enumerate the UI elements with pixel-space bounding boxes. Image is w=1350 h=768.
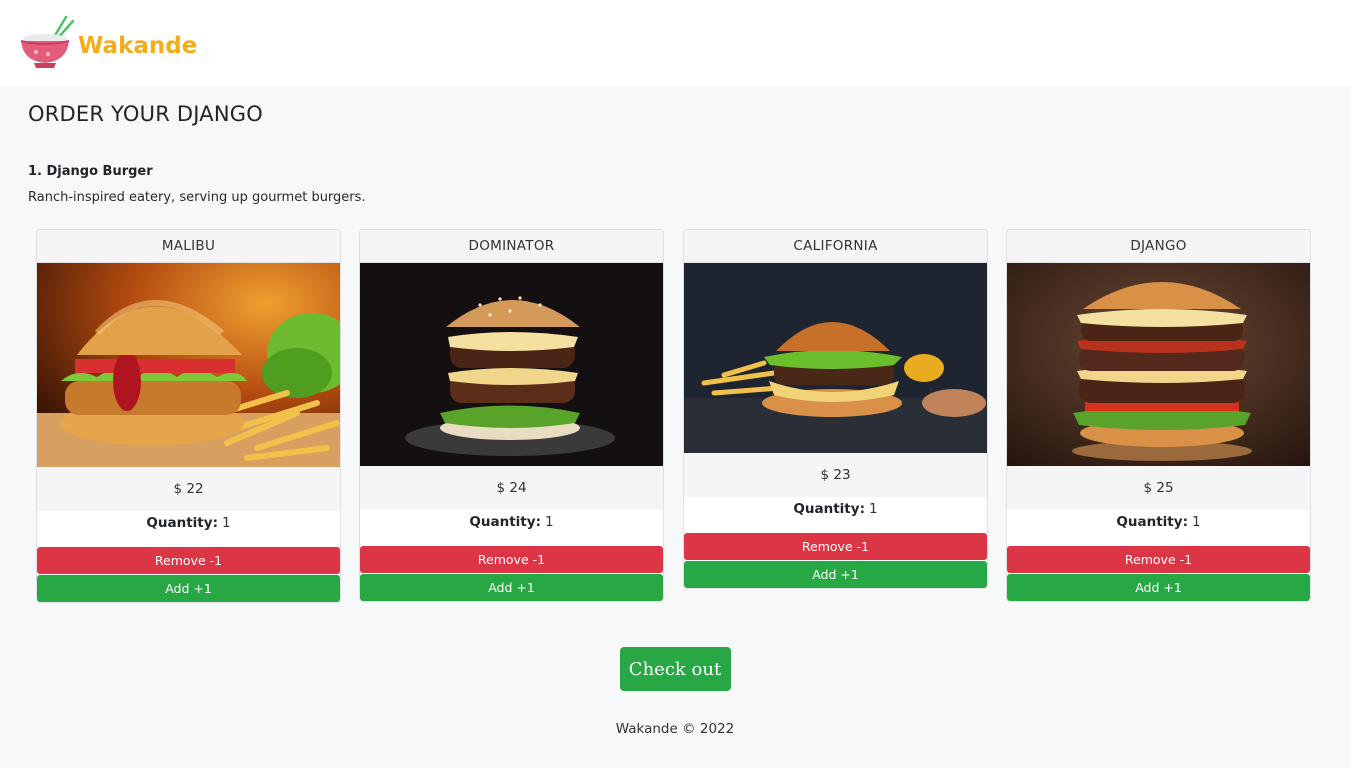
menu-card-california: CALIFORNIA $ 23 Quantity: 1 Remove -1 Ad… <box>683 229 988 589</box>
menu-cards: MALIBU $ 22 Quantity: 1 Remove -1 Add +1… <box>28 229 1322 609</box>
add-button[interactable]: Add +1 <box>684 561 987 588</box>
quantity-display: Quantity: 1 <box>360 510 663 546</box>
add-button[interactable]: Add +1 <box>1007 574 1310 601</box>
quantity-value: 1 <box>221 515 231 531</box>
quantity-label: Quantity: <box>1116 514 1188 530</box>
item-price: $ 23 <box>684 453 987 497</box>
checkout-button[interactable]: Check out <box>619 647 731 691</box>
page-title: ORDER YOUR DJANGO <box>28 102 263 126</box>
quantity-label: Quantity: <box>469 514 541 530</box>
quantity-label: Quantity: <box>146 515 218 531</box>
item-price: $ 24 <box>360 466 663 510</box>
restaurant-name: 1. Django Burger <box>28 164 153 179</box>
remove-button[interactable]: Remove -1 <box>684 533 987 560</box>
main-content: ORDER YOUR DJANGO 1. Django Burger Ranch… <box>0 86 1350 737</box>
quantity-value: 1 <box>1191 514 1201 530</box>
card-title: MALIBU <box>37 230 340 263</box>
menu-card-django: DJANGO $ 25 Quantity: 1 Remove -1 Add +1 <box>1006 229 1311 602</box>
remove-button[interactable]: Remove -1 <box>1007 546 1310 573</box>
restaurant-description: Ranch-inspired eatery, serving up gourme… <box>28 190 366 205</box>
quantity-display: Quantity: 1 <box>684 497 987 533</box>
burger-with-fries-dark-photo <box>684 263 987 453</box>
burger-with-fries-photo <box>37 263 340 467</box>
double-burger-photo <box>360 263 663 466</box>
quantity-display: Quantity: 1 <box>1007 510 1310 546</box>
card-title: CALIFORNIA <box>684 230 987 263</box>
remove-button[interactable]: Remove -1 <box>37 547 340 574</box>
quantity-value: 1 <box>868 501 878 517</box>
brand-name: Wakande <box>78 33 198 59</box>
item-price: $ 25 <box>1007 466 1310 510</box>
quantity-value: 1 <box>544 514 554 530</box>
remove-button[interactable]: Remove -1 <box>360 546 663 573</box>
card-title: DJANGO <box>1007 230 1310 263</box>
quantity-display: Quantity: 1 <box>37 511 340 547</box>
rice-bowl-logo-icon <box>20 15 75 68</box>
tall-stacked-burger-photo <box>1007 263 1310 466</box>
add-button[interactable]: Add +1 <box>37 575 340 602</box>
add-button[interactable]: Add +1 <box>360 574 663 601</box>
footer: Wakande © 2022 <box>615 721 735 737</box>
quantity-label: Quantity: <box>793 501 865 517</box>
menu-card-malibu: MALIBU $ 22 Quantity: 1 Remove -1 Add +1 <box>36 229 341 603</box>
item-price: $ 22 <box>37 467 340 511</box>
menu-card-dominator: DOMINATOR $ 24 Quantity: 1 Remove -1 Add… <box>359 229 664 602</box>
card-title: DOMINATOR <box>360 230 663 263</box>
navbar: Wakande <box>0 0 1350 86</box>
brand-link[interactable]: Wakande <box>18 15 197 71</box>
checkout-section: Check out <box>28 647 1322 691</box>
